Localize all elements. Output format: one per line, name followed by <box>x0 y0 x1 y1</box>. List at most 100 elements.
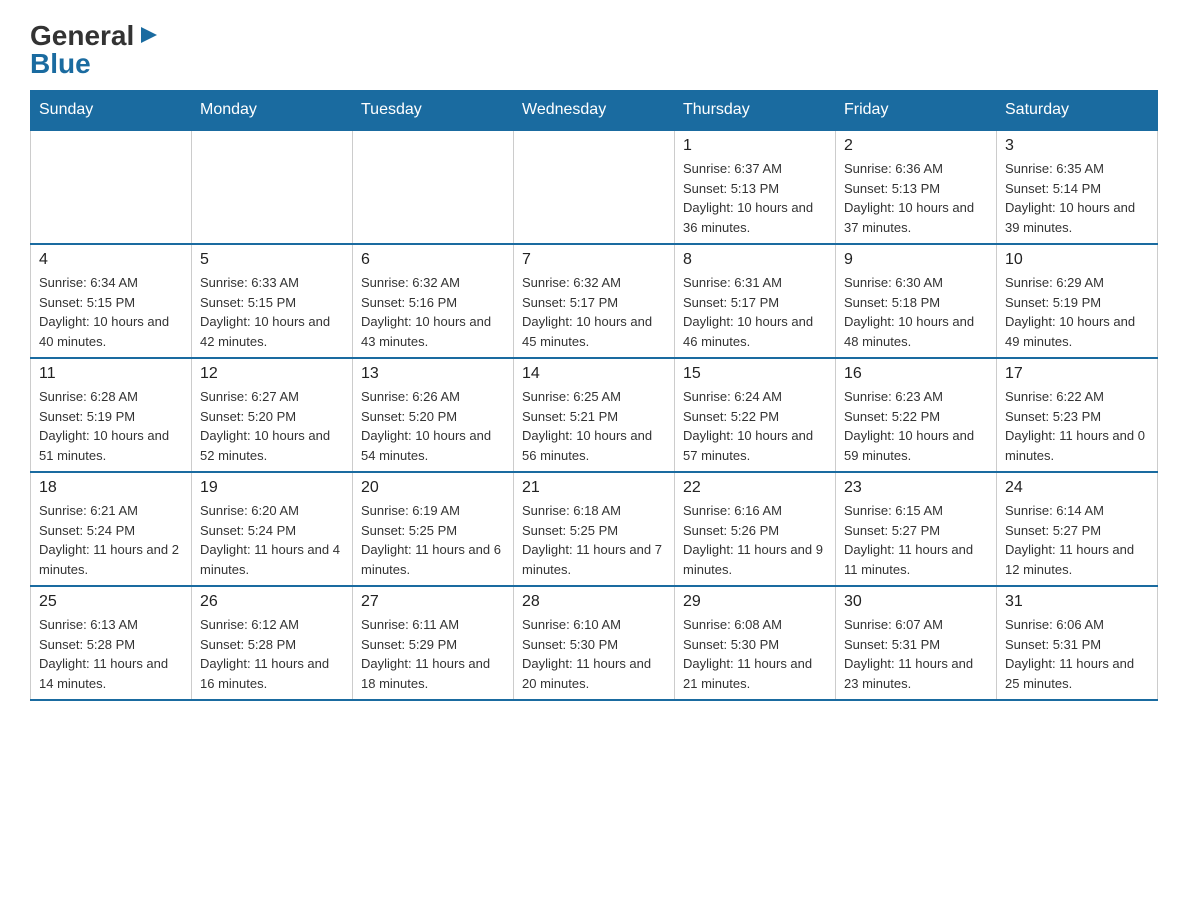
calendar-cell: 17Sunrise: 6:22 AM Sunset: 5:23 PM Dayli… <box>997 358 1158 472</box>
calendar-cell <box>31 130 192 244</box>
calendar-cell: 12 Sunrise: 6:27 AM Sunset: 5:20 PM Dayli… <box>192 358 353 472</box>
calendar-cell: 24 Sunrise: 6:14 AM Sunset: 5:27 PM Dayli… <box>997 472 1158 586</box>
day-number: 21 <box>522 479 666 497</box>
day-number: 3 <box>1005 137 1149 155</box>
calendar-cell: 13Sunrise: 6:26 AM Sunset: 5:20 PM Dayli… <box>353 358 514 472</box>
day-info: Sunrise: 6:36 AM Sunset: 5:13 PM Dayligh… <box>844 159 988 237</box>
day-number: 4 <box>39 251 183 269</box>
calendar-header-row: SundayMondayTuesdayWednesdayThursdayFrid… <box>31 91 1158 131</box>
calendar-header-sunday: Sunday <box>31 91 192 131</box>
day-info: Sunrise: 6:10 AM Sunset: 5:30 PM Dayligh… <box>522 615 666 693</box>
day-info: Sunrise: 6:20 AM Sunset: 5:24 PM Dayligh… <box>200 501 344 579</box>
day-info: Sunrise: 6:26 AM Sunset: 5:20 PM Dayligh… <box>361 387 505 465</box>
calendar-cell: 20 Sunrise: 6:19 AM Sunset: 5:25 PM Dayli… <box>353 472 514 586</box>
day-number: 17 <box>1005 365 1149 383</box>
calendar-cell: 21 Sunrise: 6:18 AM Sunset: 5:25 PM Dayli… <box>514 472 675 586</box>
day-number: 9 <box>844 251 988 269</box>
calendar-cell: 26 Sunrise: 6:12 AM Sunset: 5:28 PM Dayli… <box>192 586 353 700</box>
calendar-cell: 31Sunrise: 6:06 AM Sunset: 5:31 PM Dayli… <box>997 586 1158 700</box>
calendar-cell: 7 Sunrise: 6:32 AM Sunset: 5:17 PM Daylig… <box>514 244 675 358</box>
day-number: 14 <box>522 365 666 383</box>
day-number: 22 <box>683 479 827 497</box>
day-info: Sunrise: 6:21 AM Sunset: 5:24 PM Dayligh… <box>39 501 183 579</box>
day-info: Sunrise: 6:29 AM Sunset: 5:19 PM Dayligh… <box>1005 273 1149 351</box>
calendar-week-row: 11Sunrise: 6:28 AM Sunset: 5:19 PM Dayli… <box>31 358 1158 472</box>
calendar-cell: 30 Sunrise: 6:07 AM Sunset: 5:31 PM Dayli… <box>836 586 997 700</box>
day-number: 12 <box>200 365 344 383</box>
calendar-cell <box>192 130 353 244</box>
calendar-cell: 23 Sunrise: 6:15 AM Sunset: 5:27 PM Dayli… <box>836 472 997 586</box>
calendar-cell: 14Sunrise: 6:25 AM Sunset: 5:21 PM Dayli… <box>514 358 675 472</box>
day-number: 5 <box>200 251 344 269</box>
calendar-header-friday: Friday <box>836 91 997 131</box>
day-info: Sunrise: 6:37 AM Sunset: 5:13 PM Dayligh… <box>683 159 827 237</box>
calendar-cell: 16 Sunrise: 6:23 AM Sunset: 5:22 PM Dayli… <box>836 358 997 472</box>
calendar-header-monday: Monday <box>192 91 353 131</box>
day-number: 26 <box>200 593 344 611</box>
day-number: 20 <box>361 479 505 497</box>
calendar-cell: 27Sunrise: 6:11 AM Sunset: 5:29 PM Dayli… <box>353 586 514 700</box>
day-number: 29 <box>683 593 827 611</box>
day-info: Sunrise: 6:12 AM Sunset: 5:28 PM Dayligh… <box>200 615 344 693</box>
day-info: Sunrise: 6:19 AM Sunset: 5:25 PM Dayligh… <box>361 501 505 579</box>
logo-blue-label: Blue <box>30 48 91 79</box>
page-header: General Blue <box>30 20 1158 80</box>
calendar-week-row: 18 Sunrise: 6:21 AM Sunset: 5:24 PM Dayli… <box>31 472 1158 586</box>
logo: General Blue <box>30 20 159 80</box>
logo-arrow-icon <box>137 24 159 46</box>
calendar-cell: 19Sunrise: 6:20 AM Sunset: 5:24 PM Dayli… <box>192 472 353 586</box>
day-info: Sunrise: 6:30 AM Sunset: 5:18 PM Dayligh… <box>844 273 988 351</box>
logo-display: General Blue <box>30 20 159 80</box>
calendar-cell <box>353 130 514 244</box>
calendar-cell: 1 Sunrise: 6:37 AM Sunset: 5:13 PM Daylig… <box>675 130 836 244</box>
day-number: 24 <box>1005 479 1149 497</box>
day-number: 10 <box>1005 251 1149 269</box>
day-info: Sunrise: 6:16 AM Sunset: 5:26 PM Dayligh… <box>683 501 827 579</box>
calendar-cell: 9 Sunrise: 6:30 AM Sunset: 5:18 PM Daylig… <box>836 244 997 358</box>
day-number: 2 <box>844 137 988 155</box>
day-info: Sunrise: 6:31 AM Sunset: 5:17 PM Dayligh… <box>683 273 827 351</box>
day-number: 16 <box>844 365 988 383</box>
day-number: 25 <box>39 593 183 611</box>
day-info: Sunrise: 6:32 AM Sunset: 5:16 PM Dayligh… <box>361 273 505 351</box>
day-number: 28 <box>522 593 666 611</box>
day-info: Sunrise: 6:32 AM Sunset: 5:17 PM Dayligh… <box>522 273 666 351</box>
day-number: 15 <box>683 365 827 383</box>
day-info: Sunrise: 6:07 AM Sunset: 5:31 PM Dayligh… <box>844 615 988 693</box>
calendar-cell: 2 Sunrise: 6:36 AM Sunset: 5:13 PM Daylig… <box>836 130 997 244</box>
calendar-cell: 8Sunrise: 6:31 AM Sunset: 5:17 PM Daylig… <box>675 244 836 358</box>
calendar-cell: 10 Sunrise: 6:29 AM Sunset: 5:19 PM Dayli… <box>997 244 1158 358</box>
calendar-week-row: 4 Sunrise: 6:34 AM Sunset: 5:15 PM Daylig… <box>31 244 1158 358</box>
calendar-cell <box>514 130 675 244</box>
day-info: Sunrise: 6:18 AM Sunset: 5:25 PM Dayligh… <box>522 501 666 579</box>
day-info: Sunrise: 6:23 AM Sunset: 5:22 PM Dayligh… <box>844 387 988 465</box>
day-number: 1 <box>683 137 827 155</box>
day-info: Sunrise: 6:13 AM Sunset: 5:28 PM Dayligh… <box>39 615 183 693</box>
calendar-header-thursday: Thursday <box>675 91 836 131</box>
day-number: 27 <box>361 593 505 611</box>
calendar-header-wednesday: Wednesday <box>514 91 675 131</box>
day-info: Sunrise: 6:33 AM Sunset: 5:15 PM Dayligh… <box>200 273 344 351</box>
day-info: Sunrise: 6:24 AM Sunset: 5:22 PM Dayligh… <box>683 387 827 465</box>
day-info: Sunrise: 6:15 AM Sunset: 5:27 PM Dayligh… <box>844 501 988 579</box>
day-number: 23 <box>844 479 988 497</box>
calendar-cell: 3Sunrise: 6:35 AM Sunset: 5:14 PM Daylig… <box>997 130 1158 244</box>
calendar-header-saturday: Saturday <box>997 91 1158 131</box>
calendar-cell: 15 Sunrise: 6:24 AM Sunset: 5:22 PM Dayli… <box>675 358 836 472</box>
day-number: 30 <box>844 593 988 611</box>
day-number: 6 <box>361 251 505 269</box>
day-info: Sunrise: 6:28 AM Sunset: 5:19 PM Dayligh… <box>39 387 183 465</box>
day-info: Sunrise: 6:34 AM Sunset: 5:15 PM Dayligh… <box>39 273 183 351</box>
calendar-cell: 4 Sunrise: 6:34 AM Sunset: 5:15 PM Daylig… <box>31 244 192 358</box>
day-info: Sunrise: 6:27 AM Sunset: 5:20 PM Dayligh… <box>200 387 344 465</box>
day-number: 18 <box>39 479 183 497</box>
day-number: 7 <box>522 251 666 269</box>
calendar-week-row: 1 Sunrise: 6:37 AM Sunset: 5:13 PM Daylig… <box>31 130 1158 244</box>
calendar-cell: 6 Sunrise: 6:32 AM Sunset: 5:16 PM Daylig… <box>353 244 514 358</box>
day-info: Sunrise: 6:06 AM Sunset: 5:31 PM Dayligh… <box>1005 615 1149 693</box>
calendar-week-row: 25 Sunrise: 6:13 AM Sunset: 5:28 PM Dayli… <box>31 586 1158 700</box>
day-info: Sunrise: 6:14 AM Sunset: 5:27 PM Dayligh… <box>1005 501 1149 579</box>
day-info: Sunrise: 6:08 AM Sunset: 5:30 PM Dayligh… <box>683 615 827 693</box>
calendar-cell: 18 Sunrise: 6:21 AM Sunset: 5:24 PM Dayli… <box>31 472 192 586</box>
calendar-cell: 11Sunrise: 6:28 AM Sunset: 5:19 PM Dayli… <box>31 358 192 472</box>
